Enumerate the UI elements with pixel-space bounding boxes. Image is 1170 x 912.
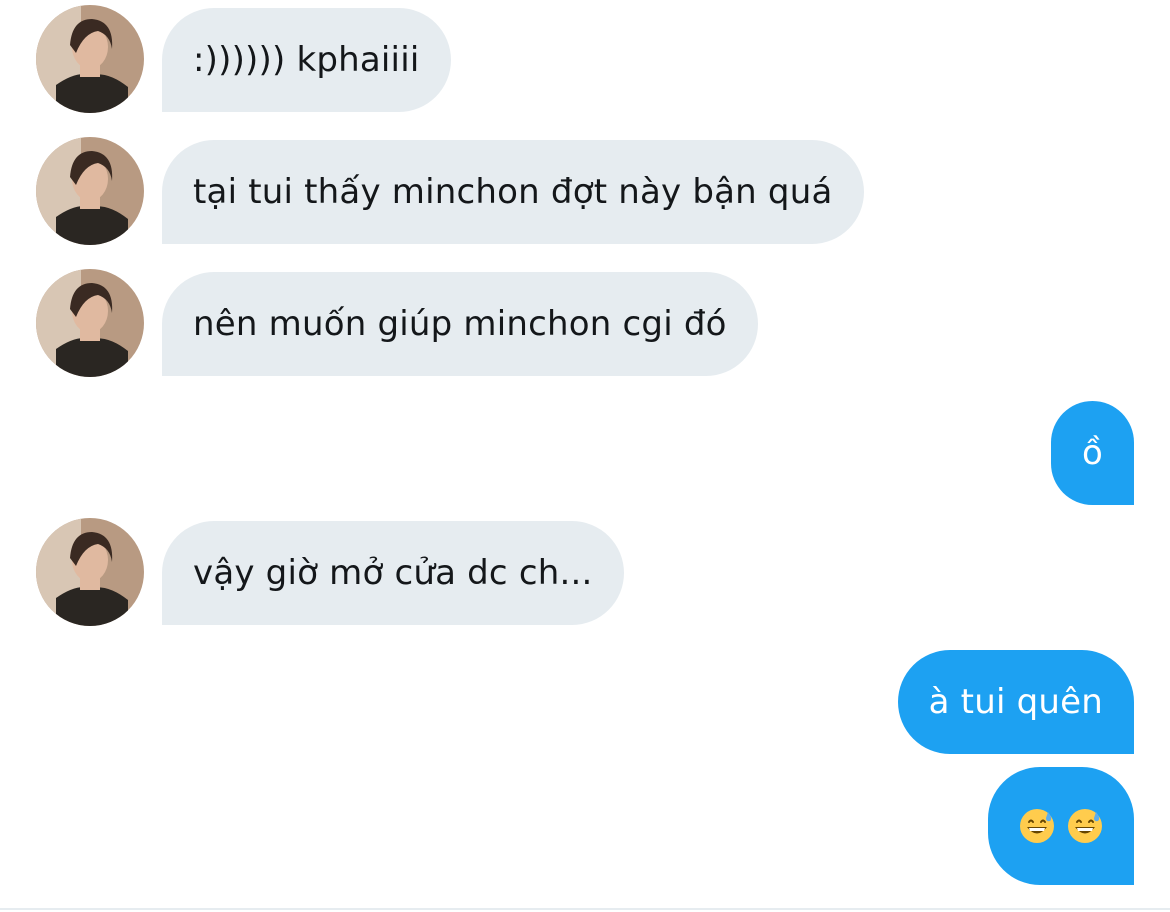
message-bubble-incoming[interactable]: nên muốn giúp minchon cgi đó bbox=[162, 272, 758, 376]
message-text: vậy giờ mở cửa dc ch... bbox=[193, 553, 593, 593]
avatar[interactable] bbox=[36, 518, 144, 626]
message-emoji-row bbox=[1019, 767, 1103, 885]
avatar[interactable] bbox=[36, 137, 144, 245]
message-text: nên muốn giúp minchon cgi đó bbox=[193, 304, 727, 344]
message-bubble-outgoing[interactable] bbox=[988, 767, 1134, 885]
message-bubble-outgoing[interactable]: ồ bbox=[1050, 401, 1134, 505]
message-text: à tui quên bbox=[928, 682, 1103, 722]
message-text: ồ bbox=[1081, 433, 1103, 473]
message-bubble-incoming[interactable]: vậy giờ mở cửa dc ch... bbox=[162, 521, 624, 625]
message-text: :)))))) kphaiiii bbox=[193, 40, 420, 80]
grinning-sweat-emoji-icon bbox=[1020, 809, 1054, 843]
avatar-image bbox=[36, 5, 144, 113]
grinning-sweat-emoji-icon bbox=[1068, 809, 1102, 843]
avatar[interactable] bbox=[36, 269, 144, 377]
message-bubble-outgoing[interactable]: à tui quên bbox=[897, 650, 1134, 754]
message-bubble-incoming[interactable]: tại tui thấy minchon đợt này bận quá bbox=[162, 140, 864, 244]
message-bubble-incoming[interactable]: :)))))) kphaiiii bbox=[162, 8, 451, 112]
chat-thread: :)))))) kphaiiii tại tui thấy minchon đợ… bbox=[0, 0, 1170, 912]
avatar-image bbox=[36, 269, 144, 377]
avatar[interactable] bbox=[36, 5, 144, 113]
message-text: tại tui thấy minchon đợt này bận quá bbox=[193, 172, 833, 212]
avatar-image bbox=[36, 137, 144, 245]
bottom-divider bbox=[0, 908, 1170, 910]
avatar-image bbox=[36, 518, 144, 626]
